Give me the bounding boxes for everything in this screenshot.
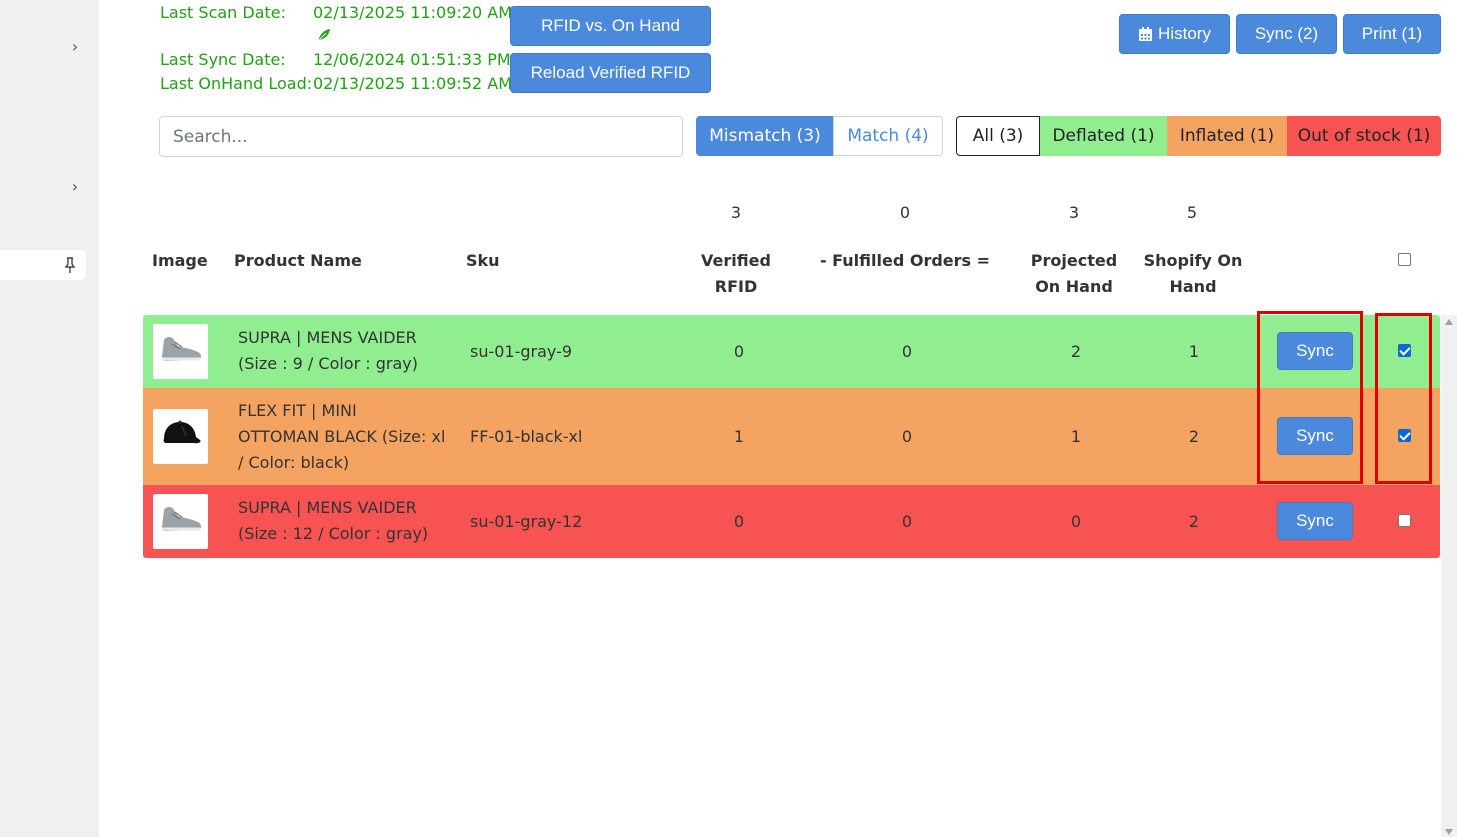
last-scan-value: 02/13/2025 11:09:20 AM bbox=[313, 3, 512, 22]
sidebar: › › bbox=[0, 0, 99, 837]
product-name: FLEX FIT | MINI OTTOMAN BLACK (Size: xl … bbox=[238, 398, 445, 476]
row-sync-button[interactable]: Sync bbox=[1277, 502, 1353, 540]
pin-item[interactable] bbox=[0, 250, 86, 280]
header-shopify-line2: Hand bbox=[1169, 277, 1217, 296]
total-projected: 3 bbox=[1068, 203, 1080, 222]
verified-rfid-cell: 1 bbox=[733, 427, 745, 446]
last-scan-label: Last Scan Date: bbox=[160, 3, 287, 22]
leaf-icon bbox=[317, 28, 331, 42]
last-sync-value: 12/06/2024 01:51:33 PM bbox=[313, 50, 511, 69]
filter-out-of-stock[interactable]: Out of stock (1) bbox=[1287, 116, 1441, 156]
header-projected-line2: On Hand bbox=[1035, 277, 1113, 296]
total-shopify: 5 bbox=[1186, 203, 1198, 222]
table-row: SUPRA | MENS VAIDER (Size : 12 / Color :… bbox=[143, 485, 1440, 558]
product-name-line: (Size : 12 / Color : gray) bbox=[238, 524, 429, 543]
header-projected-on-hand: Projected On Hand bbox=[1019, 248, 1129, 300]
header-shopify-on-hand: Shopify On Hand bbox=[1137, 248, 1249, 300]
history-label: History bbox=[1158, 24, 1211, 43]
total-verified: 3 bbox=[730, 203, 742, 222]
header-image: Image bbox=[152, 251, 208, 270]
header-verified-rfid: Verified RFID bbox=[686, 248, 786, 300]
scroll-up-icon[interactable] bbox=[1445, 319, 1453, 325]
select-all-checkbox[interactable] bbox=[1398, 253, 1411, 266]
history-button[interactable]: History bbox=[1119, 14, 1230, 54]
header-verified-line1: Verified bbox=[701, 251, 771, 270]
header-product-name: Product Name bbox=[234, 251, 362, 270]
row-select-checkbox[interactable] bbox=[1398, 514, 1411, 527]
product-name-line: FLEX FIT | MINI bbox=[238, 401, 357, 420]
cap-icon bbox=[158, 417, 204, 456]
search-input[interactable]: Search... bbox=[159, 116, 683, 157]
highlight-sync-column bbox=[1257, 311, 1363, 484]
expand-chevron-icon[interactable]: › bbox=[66, 38, 84, 56]
reload-verified-rfid-button[interactable]: Reload Verified RFID bbox=[510, 53, 711, 93]
shopify-on-hand-cell: 1 bbox=[1188, 342, 1200, 361]
shopify-on-hand-cell: 2 bbox=[1188, 512, 1200, 531]
filter-inflated[interactable]: Inflated (1) bbox=[1167, 116, 1287, 156]
product-name-line: / Color: black) bbox=[238, 453, 350, 472]
fulfilled-orders-cell: 0 bbox=[901, 512, 913, 531]
header-sku: Sku bbox=[466, 251, 500, 270]
rfid-vs-onhand-button[interactable]: RFID vs. On Hand bbox=[510, 6, 711, 46]
product-image bbox=[153, 409, 208, 464]
product-name: SUPRA | MENS VAIDER (Size : 9 / Color : … bbox=[238, 325, 418, 377]
mismatch-toggle[interactable]: Mismatch (3) bbox=[696, 116, 834, 156]
scroll-down-icon[interactable] bbox=[1445, 829, 1453, 835]
sneaker-icon bbox=[158, 332, 204, 371]
sneaker-icon bbox=[158, 502, 204, 541]
projected-on-hand-cell: 0 bbox=[1070, 512, 1082, 531]
calendar-icon bbox=[1138, 26, 1153, 42]
filter-all[interactable]: All (3) bbox=[956, 116, 1040, 156]
header-fulfilled-orders: - Fulfilled Orders = bbox=[819, 251, 991, 270]
sku-cell: FF-01-black-xl bbox=[470, 427, 583, 446]
last-onhand-label: Last OnHand Load: bbox=[160, 74, 313, 93]
filter-deflated[interactable]: Deflated (1) bbox=[1040, 116, 1167, 156]
product-image bbox=[153, 494, 208, 549]
verified-rfid-cell: 0 bbox=[733, 512, 745, 531]
last-sync-label: Last Sync Date: bbox=[160, 50, 286, 69]
header-projected-line1: Projected bbox=[1030, 251, 1118, 270]
total-fulfilled: 0 bbox=[899, 203, 911, 222]
header-shopify-line1: Shopify On bbox=[1143, 251, 1243, 270]
fulfilled-orders-cell: 0 bbox=[901, 342, 913, 361]
product-image bbox=[153, 324, 208, 379]
sku-cell: su-01-gray-9 bbox=[470, 342, 573, 361]
sku-cell: su-01-gray-12 bbox=[470, 512, 583, 531]
verified-rfid-cell: 0 bbox=[733, 342, 745, 361]
product-name-line: (Size : 9 / Color : gray) bbox=[238, 354, 418, 373]
projected-on-hand-cell: 2 bbox=[1070, 342, 1082, 361]
product-name-line: SUPRA | MENS VAIDER bbox=[238, 498, 417, 517]
shopify-on-hand-cell: 2 bbox=[1188, 427, 1200, 446]
sync-all-button[interactable]: Sync (2) bbox=[1236, 14, 1337, 54]
product-name-line: SUPRA | MENS VAIDER bbox=[238, 328, 417, 347]
pin-icon[interactable] bbox=[62, 256, 78, 274]
projected-on-hand-cell: 1 bbox=[1070, 427, 1082, 446]
match-toggle[interactable]: Match (4) bbox=[833, 116, 943, 156]
last-onhand-value: 02/13/2025 11:09:52 AM bbox=[313, 74, 512, 93]
print-button[interactable]: Print (1) bbox=[1343, 14, 1441, 54]
fulfilled-orders-cell: 0 bbox=[901, 427, 913, 446]
product-name: SUPRA | MENS VAIDER (Size : 12 / Color :… bbox=[238, 495, 428, 547]
expand-chevron-icon[interactable]: › bbox=[66, 178, 84, 196]
highlight-checkbox-column bbox=[1375, 313, 1432, 484]
header-verified-line2: RFID bbox=[714, 277, 758, 296]
table-row: SUPRA | MENS VAIDER (Size : 9 / Color : … bbox=[143, 315, 1440, 388]
vertical-scrollbar[interactable] bbox=[1441, 315, 1457, 837]
product-name-line: OTTOMAN BLACK (Size: xl bbox=[238, 427, 446, 446]
table-row: FLEX FIT | MINI OTTOMAN BLACK (Size: xl … bbox=[143, 388, 1440, 485]
